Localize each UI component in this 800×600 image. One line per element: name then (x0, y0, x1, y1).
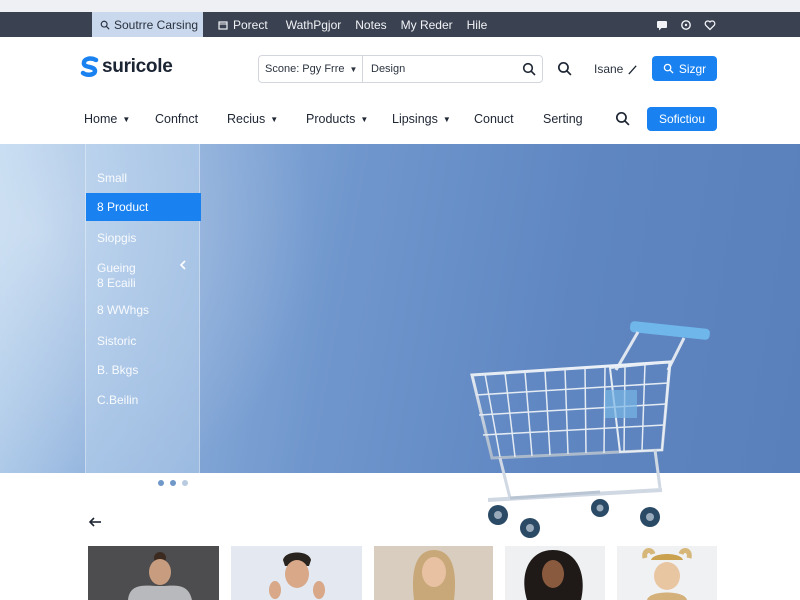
category-item[interactable]: C.Beilin (86, 393, 201, 407)
topbar-item-notes[interactable]: Notes (355, 18, 386, 32)
category-item[interactable]: Sistoric (86, 334, 201, 348)
carousel-dot[interactable] (182, 480, 188, 486)
product-card[interactable] (231, 546, 362, 600)
user-menu[interactable]: Isane (594, 62, 638, 76)
nav-item-recius[interactable]: Recius ▼ (227, 112, 278, 126)
category-item[interactable]: B. Bkgs (86, 363, 201, 377)
category-item[interactable]: 8 WWhgs (86, 303, 201, 317)
nav-item-label: Home (84, 112, 118, 126)
window-top-strip (0, 0, 800, 12)
topbar-item-label: WathPgjor (285, 17, 342, 32)
search-submit-button[interactable] (516, 62, 542, 76)
nav-item-contact[interactable]: Confnct (155, 112, 198, 126)
search-scope-label: Scone: Pgy Frre (265, 63, 345, 75)
chevron-left-icon[interactable] (178, 260, 188, 270)
chat-icon[interactable] (656, 19, 668, 31)
topbar-actions (656, 12, 716, 37)
category-label: Small (97, 171, 128, 185)
category-menu: Small 8 Product Siopgis Gueing 8 Ecaili … (85, 144, 201, 473)
top-bar: Soutrre Carsing Porect WathPgjor Notes M… (0, 12, 800, 37)
topbar-item-reader[interactable]: My Reder (401, 18, 453, 32)
user-label: Isane (594, 62, 624, 76)
nav-item-conuct[interactable]: Conuct (474, 112, 514, 126)
carousel-dot[interactable] (158, 480, 164, 486)
category-label: 8 WWhgs (97, 303, 150, 317)
nav-item-home[interactable]: Home ▼ (84, 112, 130, 126)
product-card[interactable] (505, 546, 605, 600)
search-icon[interactable] (615, 111, 630, 126)
category-label: 8 Product (97, 200, 149, 214)
topbar-item-project[interactable]: Porect (217, 18, 268, 32)
category-label: Sistoric (97, 334, 137, 348)
search-icon[interactable] (557, 61, 572, 76)
category-item[interactable]: Small (86, 171, 201, 185)
chevron-down-icon: ▼ (360, 114, 369, 124)
nav-item-label: Recius (227, 112, 266, 126)
person-photo (231, 546, 362, 600)
nav-item-label: Serting (543, 112, 583, 126)
nav-item-label: Products (306, 112, 356, 126)
arrow-left-icon[interactable] (88, 515, 102, 529)
bell-icon[interactable] (680, 19, 692, 31)
nav-item-products[interactable]: Products ▼ (306, 112, 368, 126)
category-label: Gueing (97, 261, 136, 275)
category-item[interactable]: Siopgis (86, 231, 201, 245)
site-header: suricole Scone: Pgy Frre ▼ Isane Sizgr (0, 37, 800, 99)
box-icon (218, 20, 228, 30)
pen-icon (628, 64, 638, 75)
category-item[interactable]: 8 Ecaili (86, 276, 201, 290)
carousel-dot-active[interactable] (170, 480, 176, 486)
category-label: B. Bkgs (97, 363, 139, 377)
search-input[interactable] (363, 63, 516, 75)
logo-text: suricole (102, 56, 173, 77)
chevron-down-icon: ▼ (122, 114, 131, 124)
nav-item-lipsings[interactable]: Lipsings ▼ (392, 112, 451, 126)
person-photo (617, 546, 717, 600)
product-card[interactable] (617, 546, 717, 600)
nav-action-label: Sofictiou (658, 112, 706, 126)
search-icon (100, 20, 110, 30)
product-card[interactable] (88, 546, 219, 600)
topbar-item-label: Soutrre Carsing (114, 17, 199, 32)
search-box: Scone: Pgy Frre ▼ (258, 55, 543, 83)
topbar-item-help[interactable]: Hile (467, 18, 488, 32)
main-nav: Home ▼ Confnct Recius ▼ Products ▼ Lipsings… (0, 99, 800, 143)
site-logo[interactable]: suricole (80, 56, 173, 78)
nav-item-label: Confnct (155, 112, 199, 126)
topbar-item-label: Notes (355, 17, 387, 32)
person-photo (374, 546, 493, 600)
search-icon (663, 63, 674, 74)
topbar-item-watch[interactable]: WathPgjor (286, 18, 342, 32)
category-label: 8 Ecaili (97, 276, 136, 290)
signup-button[interactable]: Sizgr (652, 56, 717, 81)
person-photo (505, 546, 605, 600)
logo-mark-icon (80, 56, 99, 77)
chevron-down-icon: ▼ (442, 114, 451, 124)
search-scope-dropdown[interactable]: Scone: Pgy Frre ▼ (259, 56, 363, 82)
chevron-down-icon: ▼ (270, 114, 279, 124)
topbar-item-search[interactable]: Soutrre Carsing (92, 12, 203, 37)
category-label: Siopgis (97, 231, 137, 245)
nav-action-button[interactable]: Sofictiou (647, 107, 717, 131)
carousel-indicators (158, 480, 188, 486)
signup-label: Sizgr (678, 61, 707, 76)
search-icon (522, 62, 536, 76)
heart-icon[interactable] (704, 19, 716, 31)
shopping-cart-illustration (470, 321, 710, 538)
category-item-active[interactable]: 8 Product (86, 193, 201, 221)
topbar-item-label: Hile (466, 17, 488, 32)
category-label: C.Beilin (97, 393, 139, 407)
topbar-item-label: Porect (233, 17, 268, 32)
chevron-down-icon: ▼ (349, 64, 358, 74)
person-photo (88, 546, 219, 600)
nav-item-serting[interactable]: Serting (543, 112, 583, 126)
topbar-item-label: My Reder (400, 17, 453, 32)
nav-item-label: Conuct (474, 112, 514, 126)
product-card[interactable] (374, 546, 493, 600)
nav-item-label: Lipsings (392, 112, 438, 126)
